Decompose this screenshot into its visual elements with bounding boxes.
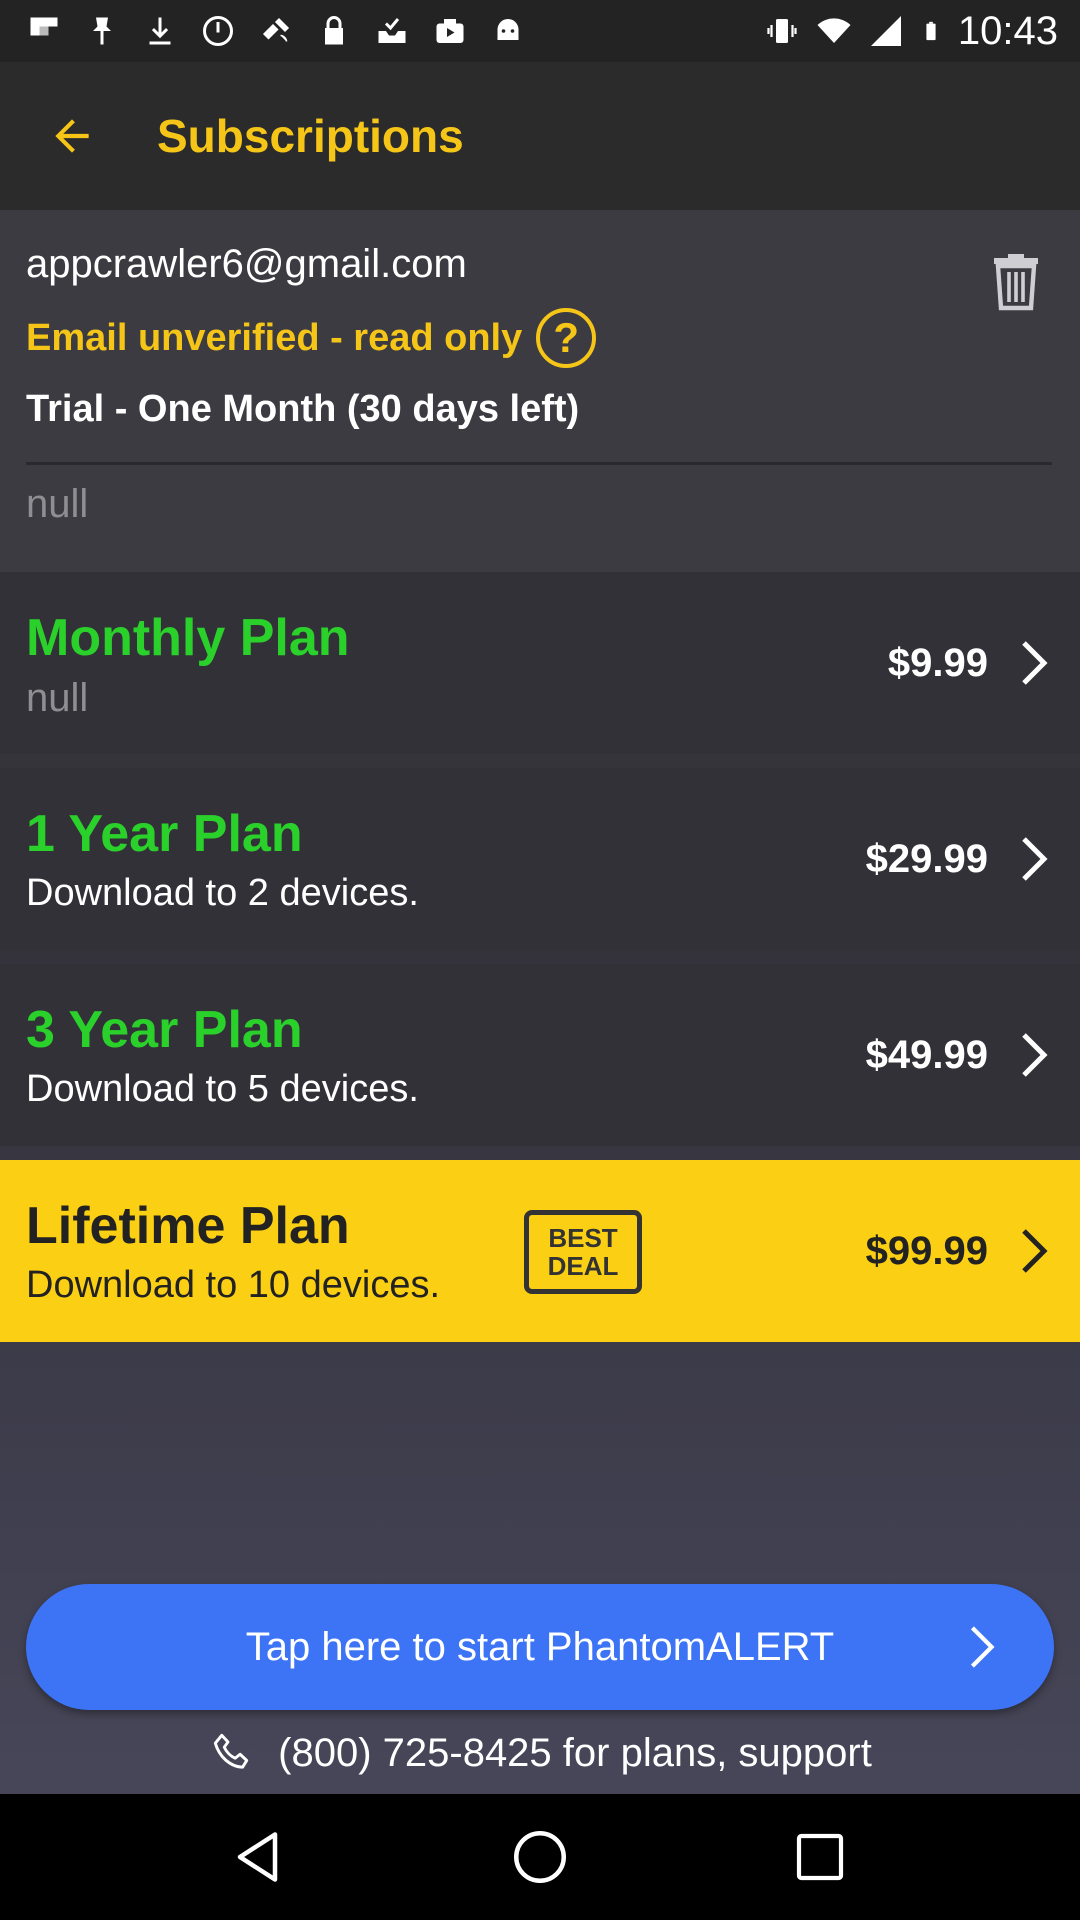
divider bbox=[26, 462, 1052, 465]
navigation-bar bbox=[0, 1794, 1080, 1920]
vibrate-icon bbox=[767, 19, 797, 43]
phone-icon bbox=[213, 1733, 249, 1769]
plan-price: $29.99 bbox=[865, 836, 988, 881]
start-button-label: Tap here to start PhantomALERT bbox=[245, 1624, 835, 1669]
flipboard-icon bbox=[30, 17, 58, 36]
plan-name: 1 Year Plan bbox=[26, 805, 303, 863]
square-recents-icon bbox=[796, 1833, 844, 1881]
plan-name: Lifetime Plan bbox=[26, 1197, 350, 1255]
notification-icons bbox=[26, 13, 526, 49]
circle-home-icon bbox=[514, 1831, 566, 1883]
email-status-text: Email unverified - read only bbox=[26, 316, 523, 359]
clock: 10:43 bbox=[957, 8, 1058, 53]
plan-3-year[interactable]: 3 Year Plan Download to 5 devices. $49.9… bbox=[0, 964, 1080, 1146]
account-email: appcrawler6@gmail.com bbox=[26, 242, 467, 286]
satellite-icon bbox=[262, 17, 290, 42]
best-deal-badge: BEST DEAL bbox=[524, 1210, 642, 1294]
sticky-pin-icon bbox=[93, 17, 111, 45]
delete-account-button[interactable] bbox=[988, 250, 1044, 312]
screen: 10:43 Subscriptions appcrawler6@gmail.co… bbox=[0, 0, 1080, 1920]
plan-lifetime[interactable]: Lifetime Plan Download to 10 devices. BE… bbox=[0, 1160, 1080, 1342]
checkmark-inbox-icon bbox=[378, 18, 406, 43]
plan-1-year[interactable]: 1 Year Plan Download to 2 devices. $29.9… bbox=[0, 768, 1080, 950]
plan-description: Download to 10 devices. bbox=[26, 1264, 441, 1306]
plan-name: Monthly Plan bbox=[26, 609, 350, 667]
plan-monthly[interactable]: Monthly Plan null $9.99 bbox=[0, 572, 1080, 754]
trial-status: Trial - One Month (30 days left) bbox=[26, 388, 580, 430]
chevron-right-icon bbox=[1022, 1033, 1048, 1077]
email-status: Email unverified - read only ? bbox=[26, 308, 597, 368]
plan-price: $9.99 bbox=[887, 640, 988, 685]
account-panel: appcrawler6@gmail.com Email unverified -… bbox=[0, 210, 1080, 572]
trash-icon bbox=[994, 254, 1038, 311]
chevron-right-icon bbox=[1022, 641, 1048, 685]
start-phantomalert-button[interactable]: Tap here to start PhantomALERT bbox=[26, 1584, 1054, 1710]
badge-line: DEAL bbox=[547, 1251, 619, 1281]
plan-description: null bbox=[26, 676, 89, 720]
support-text: (800) 725-8425 for plans, support bbox=[278, 1730, 872, 1775]
download-icon bbox=[149, 17, 171, 45]
help-icon[interactable]: ? bbox=[536, 308, 597, 368]
app-bar: Subscriptions bbox=[0, 62, 1080, 210]
badge-line: BEST bbox=[548, 1223, 618, 1253]
chevron-right-icon bbox=[970, 1626, 995, 1668]
plan-price: $49.99 bbox=[865, 1032, 988, 1077]
nav-recents-button[interactable] bbox=[780, 1817, 860, 1897]
support-phone-link[interactable]: (800) 725-8425 for plans, support bbox=[0, 1720, 1080, 1786]
youtube-icon bbox=[436, 19, 464, 43]
status-bar: 10:43 bbox=[0, 0, 1080, 62]
plan-name: 3 Year Plan bbox=[26, 1001, 303, 1059]
signal-icon bbox=[870, 16, 901, 46]
wifi-icon bbox=[817, 18, 851, 43]
sync-icon bbox=[203, 16, 233, 46]
account-note: null bbox=[26, 482, 89, 526]
lock-icon bbox=[325, 16, 343, 45]
plan-description: Download to 5 devices. bbox=[26, 1068, 419, 1110]
nav-home-button[interactable] bbox=[500, 1817, 580, 1897]
plan-price: $99.99 bbox=[865, 1228, 988, 1273]
android-icon bbox=[497, 19, 519, 40]
triangle-back-icon bbox=[237, 1832, 278, 1882]
chevron-right-icon bbox=[1022, 837, 1048, 881]
chevron-right-icon bbox=[1022, 1229, 1048, 1273]
back-button[interactable] bbox=[22, 86, 122, 186]
system-icons: 10:43 bbox=[764, 9, 1058, 54]
battery-icon bbox=[926, 21, 936, 41]
arrow-back-icon bbox=[55, 119, 89, 153]
page-title: Subscriptions bbox=[157, 110, 464, 162]
plan-description: Download to 2 devices. bbox=[26, 872, 419, 914]
nav-back-button[interactable] bbox=[220, 1817, 300, 1897]
